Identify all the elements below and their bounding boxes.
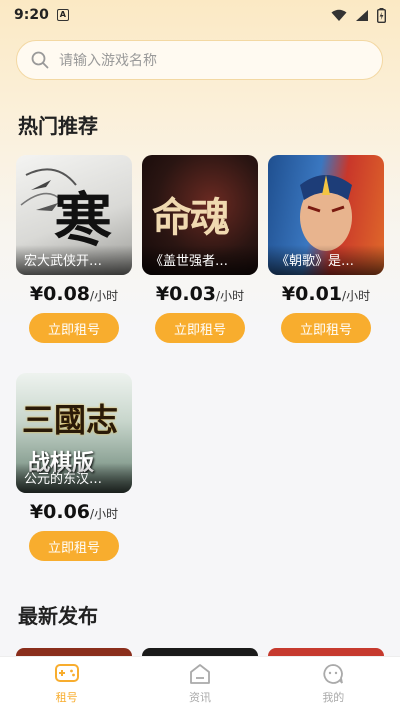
price: ¥0.06/小时 <box>16 501 132 523</box>
game-card[interactable]: 命魂 《盖世强者… ¥0.03/小时 立即租号 <box>142 155 258 343</box>
price-amount: ¥0.06 <box>29 501 91 523</box>
rent-now-button[interactable]: 立即租号 <box>29 313 119 343</box>
price-unit: /小时 <box>216 289 245 303</box>
game-art-title: 命魂 <box>152 194 230 241</box>
tab-label: 租号 <box>55 691 78 704</box>
game-caption: 公元的东汉… <box>24 472 103 487</box>
bottom-tab-bar: 租号 资讯 我的 <box>0 656 400 710</box>
search-placeholder: 请输入游戏名称 <box>59 53 157 69</box>
search-icon <box>31 51 49 69</box>
status-bar: 9:20 A <box>0 0 400 30</box>
game-card[interactable]: 《朝歌》是… ¥0.01/小时 立即租号 <box>268 155 384 343</box>
game-thumbnail[interactable]: 命魂 《盖世强者… <box>142 155 258 275</box>
price-unit: /小时 <box>342 289 371 303</box>
game-caption: 《朝歌》是… <box>276 254 355 269</box>
game-card[interactable]: 三國志 战棋版 公元的东汉… ¥0.06/小时 立即租号 <box>16 373 132 561</box>
price: ¥0.01/小时 <box>268 283 384 305</box>
price: ¥0.08/小时 <box>16 283 132 305</box>
signal-icon <box>356 9 368 21</box>
price-unit: /小时 <box>90 289 119 303</box>
tab-profile[interactable]: 我的 <box>267 657 400 710</box>
chat-face-icon <box>323 664 344 684</box>
game-thumbnail[interactable]: 寒 宏大武侠开… <box>16 155 132 275</box>
tab-rent[interactable]: 租号 <box>0 657 133 710</box>
price-amount: ¥0.08 <box>29 283 91 305</box>
status-time: 9:20 <box>14 7 49 23</box>
tab-label: 资讯 <box>188 691 211 704</box>
price: ¥0.03/小时 <box>142 283 258 305</box>
home-icon <box>190 664 210 684</box>
gamepad-icon <box>54 664 79 682</box>
section-title-newest: 最新发布 <box>18 604 98 628</box>
notification-icon: A <box>56 9 69 21</box>
battery-icon <box>377 7 386 23</box>
game-card[interactable]: 寒 宏大武侠开… ¥0.08/小时 立即租号 <box>16 155 132 343</box>
search-bar[interactable]: 请输入游戏名称 <box>16 40 383 80</box>
rent-now-button[interactable]: 立即租号 <box>29 531 119 561</box>
wifi-icon <box>331 9 347 21</box>
price-amount: ¥0.01 <box>281 283 343 305</box>
game-thumbnail[interactable]: 《朝歌》是… <box>268 155 384 275</box>
price-unit: /小时 <box>90 507 119 521</box>
rent-now-button[interactable]: 立即租号 <box>281 313 371 343</box>
price-amount: ¥0.03 <box>155 283 217 305</box>
tab-label: 我的 <box>322 691 345 704</box>
game-art-title: 三國志 <box>22 401 119 439</box>
game-thumbnail[interactable]: 三國志 战棋版 公元的东汉… <box>16 373 132 493</box>
game-caption: 《盖世强者… <box>150 254 229 269</box>
tab-news[interactable]: 资讯 <box>133 657 266 710</box>
game-caption: 宏大武侠开… <box>24 254 103 269</box>
section-title-hot: 热门推荐 <box>18 114 98 138</box>
rent-now-button[interactable]: 立即租号 <box>155 313 245 343</box>
